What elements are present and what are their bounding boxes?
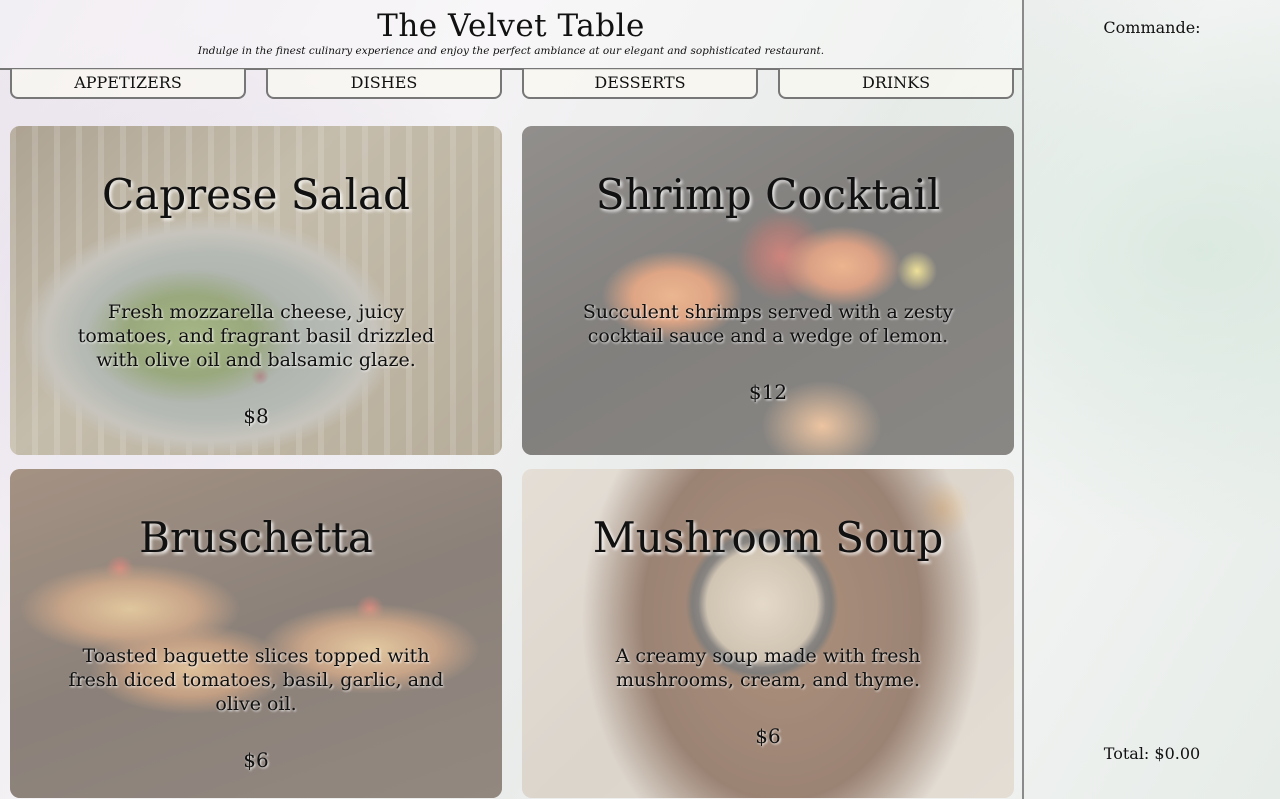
menu-item-name: Mushroom Soup xyxy=(592,513,944,562)
order-sidebar: Commande: Total: $0.00 xyxy=(1024,0,1280,799)
order-label: Commande: xyxy=(1103,18,1201,37)
menu-item-name: Caprese Salad xyxy=(102,170,410,219)
menu-card-shrimp-cocktail[interactable]: Shrimp Cocktail Succulent shrimps served… xyxy=(522,126,1014,455)
menu-item-price: $8 xyxy=(243,404,269,428)
menu-item-name: Shrimp Cocktail xyxy=(595,170,941,219)
restaurant-tagline: Indulge in the finest culinary experienc… xyxy=(197,45,825,57)
tab-desserts[interactable]: DESSERTS xyxy=(522,69,758,99)
menu-card-caprese-salad[interactable]: Caprese Salad Fresh mozzarella cheese, j… xyxy=(10,126,502,455)
menu-item-price: $12 xyxy=(748,380,788,404)
tab-appetizers[interactable]: APPETIZERS xyxy=(10,69,246,99)
tab-dishes[interactable]: DISHES xyxy=(266,69,502,99)
tab-drinks[interactable]: DRINKS xyxy=(778,69,1014,99)
menu-item-description: Fresh mozzarella cheese, juicy tomatoes,… xyxy=(77,301,435,371)
menu-item-price: $6 xyxy=(755,724,781,748)
menu-item-price: $6 xyxy=(243,748,269,772)
restaurant-title: The Velvet Table xyxy=(377,8,645,44)
menu-item-name: Bruschetta xyxy=(139,513,373,562)
menu-item-description: A creamy soup made with fresh mushrooms,… xyxy=(615,645,921,691)
menu-panel: The Velvet Table Indulge in the finest c… xyxy=(0,0,1024,799)
menu-item-description: Succulent shrimps served with a zesty co… xyxy=(582,301,954,347)
menu-card-bruschetta[interactable]: Bruschetta Toasted baguette slices toppe… xyxy=(10,469,502,798)
menu-card-mushroom-soup[interactable]: Mushroom Soup A creamy soup made with fr… xyxy=(522,469,1014,798)
category-tabs: APPETIZERS DISHES DESSERTS DRINKS xyxy=(0,69,1022,101)
menu-item-description: Toasted baguette slices topped with fres… xyxy=(68,645,444,715)
header: The Velvet Table Indulge in the finest c… xyxy=(0,0,1022,70)
order-total: Total: $0.00 xyxy=(1103,744,1201,763)
